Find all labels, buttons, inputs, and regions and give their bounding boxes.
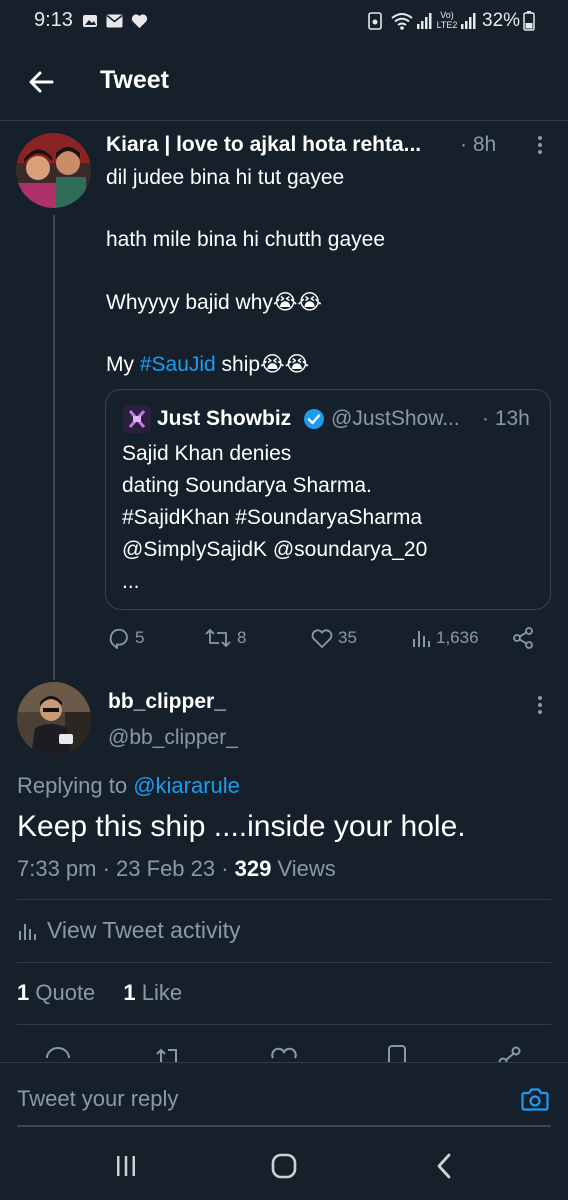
like-count: 35 [338,628,357,647]
retweet-icon [205,628,231,648]
reply-button[interactable]: 5 [107,624,144,652]
like-stat[interactable]: 1 Like [123,980,182,1005]
author-name[interactable]: Kiara | love to ajkal hota rehta... [106,133,421,157]
back-nav-icon[interactable] [434,1153,454,1179]
share-icon-2[interactable] [497,1044,523,1064]
avatar-bb-clipper[interactable] [17,682,91,756]
tweet-main-text: Keep this ship ....inside your hole. [17,810,466,843]
quote-label: Quote [29,980,96,1005]
signal-icon [417,13,432,29]
views-count: 1,636 [436,628,479,647]
heart-icon [311,629,333,649]
reply-count: 5 [135,628,145,647]
camera-icon[interactable] [520,1084,550,1114]
tweet-text-line: hath mile bina hi chutth gayee [106,228,386,251]
page-title: Tweet [100,66,169,94]
quote-count: 1 [17,980,30,1005]
security-icon [368,12,382,30]
divider [17,1024,551,1025]
like-label: Like [135,980,183,1005]
more-options-icon[interactable] [528,133,552,157]
tweet-timestamp: 7:33 pm · 23 Feb 23 · [17,856,235,881]
heart-icon-2[interactable] [270,1044,298,1064]
author-name-2[interactable]: bb_clipper_ [108,690,226,714]
views-chart-icon [413,631,430,647]
reply-underline [17,1125,551,1127]
reply-input[interactable]: Tweet your reply [17,1086,178,1112]
tweet-text-line: Whyyyy bajid why😭😭 [106,291,322,314]
wifi-icon [391,13,413,30]
tweet-text-line: My #SauJid ship😭😭 [106,352,309,377]
quote-author-name: Just Showbiz [157,407,292,430]
activity-label: View Tweet activity [47,917,241,943]
views-button[interactable]: 1,636 [410,624,479,652]
tweet-meta: 7:33 pm · 23 Feb 23 · 329 Views [17,856,336,882]
replying-prefix: Replying to [17,773,134,798]
more-options-icon-2[interactable] [528,693,552,717]
reply-icon-2[interactable] [44,1044,72,1064]
battery-percent: 32% [482,10,521,31]
quote-text-line: dating Soundarya Sharma. [122,474,372,497]
reply-icon [109,628,128,649]
composer-divider [0,1062,568,1063]
header-divider [0,120,568,121]
replying-to: Replying to @kiararule [17,773,240,799]
home-icon[interactable] [271,1153,297,1179]
mail-icon [106,14,123,28]
divider [17,962,551,963]
tweet-text-suffix: ship😭😭 [215,353,310,376]
divider [17,899,551,900]
tweet-views-label: Views [271,856,336,881]
back-arrow-icon[interactable] [22,62,62,102]
activity-chart-icon [19,923,36,940]
retweet-icon-2[interactable] [154,1044,184,1064]
verified-badge-icon [304,409,324,429]
share-icon[interactable] [511,626,535,650]
quote-handle: @JustShow... [331,407,460,430]
system-nav-bar [0,1132,568,1200]
tweet-views-count: 329 [234,856,272,881]
recent-apps-icon[interactable] [114,1154,138,1178]
tweet-time[interactable]: · 8h [460,133,496,157]
replying-handle-link[interactable]: @kiararule [133,773,240,798]
signal-2-icon [461,13,476,29]
retweet-button[interactable]: 8 [203,624,246,652]
thread-line [53,215,55,680]
author-handle-2[interactable]: @bb_clipper_ [108,726,238,750]
quote-text-line: Sajid Khan denies [122,442,292,465]
quote-text-line: ... [122,570,140,593]
tweet-stats: 1 Quote 1 Like [17,980,182,1006]
quote-time: · 13h [482,407,530,430]
quote-text-line: @SimplySajidK @soundarya_20 [122,538,428,561]
quote-stat[interactable]: 1 Quote [17,980,95,1005]
view-tweet-activity-button[interactable]: View Tweet activity [17,917,240,944]
just-showbiz-logo-icon [123,405,151,433]
avatar-kiara[interactable] [16,133,91,208]
hashtag-link[interactable]: #SauJid [140,353,216,376]
lte-label: Vo) LTE2 [436,10,458,30]
bookmark-icon[interactable] [386,1044,408,1064]
status-time: 9:13 [34,9,73,31]
heart-status-icon [131,14,148,29]
quote-text-line: #SajidKhan #SoundaryaSharma [122,506,423,529]
like-count-2: 1 [123,980,136,1005]
like-button[interactable]: 35 [310,624,357,652]
status-bar: 9:13 Vo) LTE2 32% [0,0,568,44]
tweet-text-line: dil judee bina hi tut gayee [106,166,345,189]
gallery-icon [83,15,97,27]
battery-icon [523,11,535,31]
tweet-text-prefix: My [106,353,140,376]
retweet-count: 8 [237,628,247,647]
